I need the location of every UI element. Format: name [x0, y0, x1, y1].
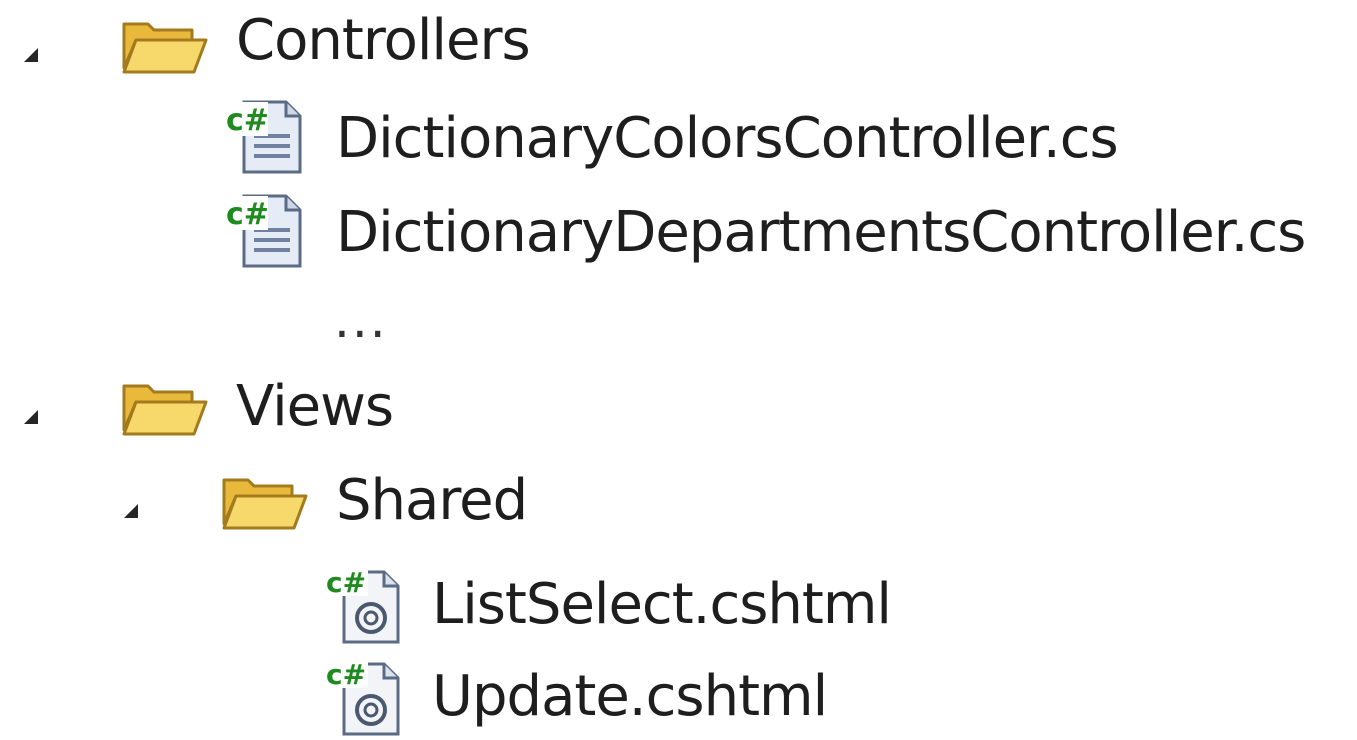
tree-node-views[interactable]: Views — [0, 364, 600, 456]
folder-open-icon — [122, 22, 208, 74]
svg-text:c#: c# — [226, 197, 269, 232]
razor-file-icon: c# — [324, 658, 400, 736]
svg-text:c#: c# — [326, 566, 366, 599]
node-label: Controllers — [236, 8, 531, 73]
node-label: Views — [236, 374, 394, 439]
tree-node-shared[interactable]: Shared — [0, 456, 700, 548]
node-label: DictionaryDepartmentsController.cs — [336, 200, 1306, 265]
expand-arrow-icon[interactable] — [124, 504, 138, 518]
node-label: ListSelect.cshtml — [432, 572, 892, 637]
svg-text:c#: c# — [226, 103, 269, 138]
node-label: Update.cshtml — [432, 664, 828, 729]
csharp-file-icon: c# — [224, 194, 302, 268]
node-label: Shared — [336, 468, 528, 533]
expand-arrow-icon[interactable] — [24, 410, 38, 424]
tree-node-listselect-cshtml[interactable]: c# ListSelect.cshtml — [0, 556, 1000, 648]
tree-node-controllers[interactable]: Controllers — [0, 0, 600, 92]
folder-open-icon — [222, 478, 308, 530]
ellipsis-text: ... — [334, 291, 388, 349]
tree-node-ellipsis: ... — [0, 290, 420, 350]
tree-node-update-cshtml[interactable]: c# Update.cshtml — [0, 648, 1000, 740]
tree-node-dictionary-colors-controller[interactable]: c# DictionaryColorsController.cs — [0, 92, 1200, 184]
svg-text:c#: c# — [326, 658, 366, 691]
folder-open-icon — [122, 384, 208, 436]
expand-arrow-icon[interactable] — [24, 48, 38, 62]
node-label: DictionaryColorsController.cs — [336, 106, 1119, 171]
solution-explorer-tree: Controllers c# DictionaryColorsControlle… — [0, 0, 1357, 740]
razor-file-icon: c# — [324, 566, 400, 644]
tree-node-dictionary-departments-controller[interactable]: c# DictionaryDepartmentsController.cs — [0, 184, 1357, 276]
csharp-file-icon: c# — [224, 100, 302, 174]
